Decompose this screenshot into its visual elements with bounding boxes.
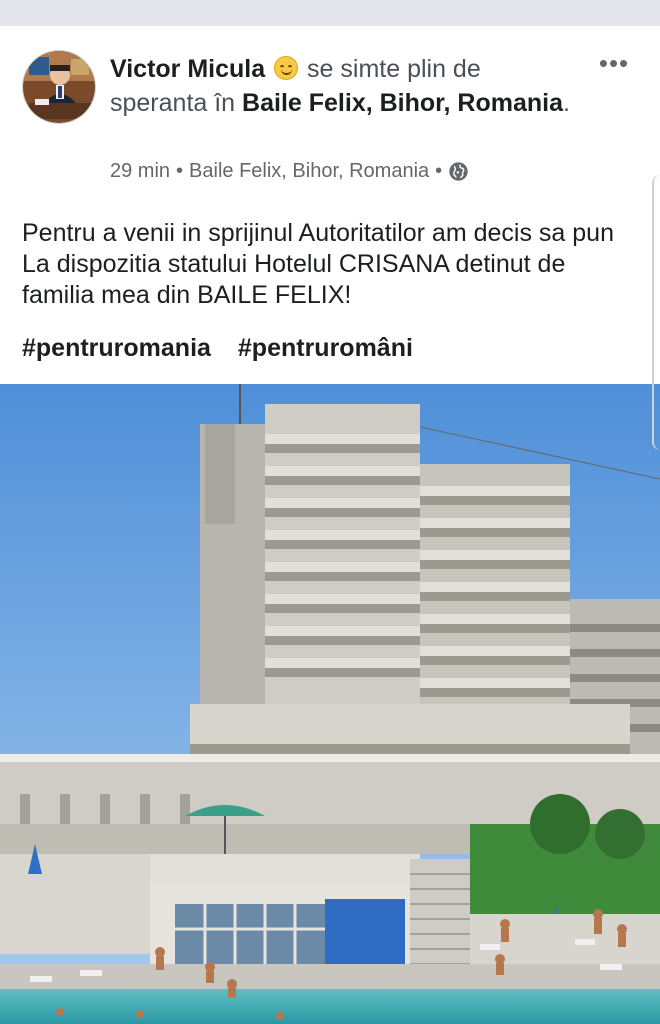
post-card: Victor Micula se simte plin de speranta … (0, 26, 660, 1024)
post-photo[interactable] (0, 384, 660, 1024)
feed-divider (0, 0, 660, 26)
avatar-image (23, 51, 95, 123)
hashtag-link[interactable]: #pentruromâni (238, 334, 413, 362)
post-meta: 29 min • Baile Felix, Bihor, Romania • (110, 160, 469, 183)
more-options-icon: ••• (598, 48, 630, 78)
author-name[interactable]: Victor Micula (110, 55, 265, 83)
place-link[interactable]: Baile Felix, Bihor, Romania (242, 89, 563, 117)
hotel-photo-image (0, 384, 660, 1024)
meta-separator: • (435, 160, 443, 182)
globe-icon (449, 162, 468, 181)
hashtag-link[interactable]: #pentruromania (22, 334, 211, 362)
avatar[interactable] (22, 50, 96, 124)
meta-separator: • (176, 160, 184, 182)
post-body: Pentru a venii in sprijinul Autoritatilo… (22, 219, 614, 309)
hashtag-list: #pentruromania #pentruromâni (22, 334, 433, 363)
post-header: Victor Micula se simte plin de speranta … (110, 52, 580, 120)
header-period: . (562, 89, 570, 117)
smiling-face-emoji-icon (274, 56, 299, 80)
more-options-button[interactable]: ••• (590, 48, 638, 84)
scrollbar[interactable] (652, 175, 660, 450)
post-timestamp[interactable]: 29 min (110, 160, 170, 183)
post-location[interactable]: Baile Felix, Bihor, Romania (189, 160, 429, 183)
